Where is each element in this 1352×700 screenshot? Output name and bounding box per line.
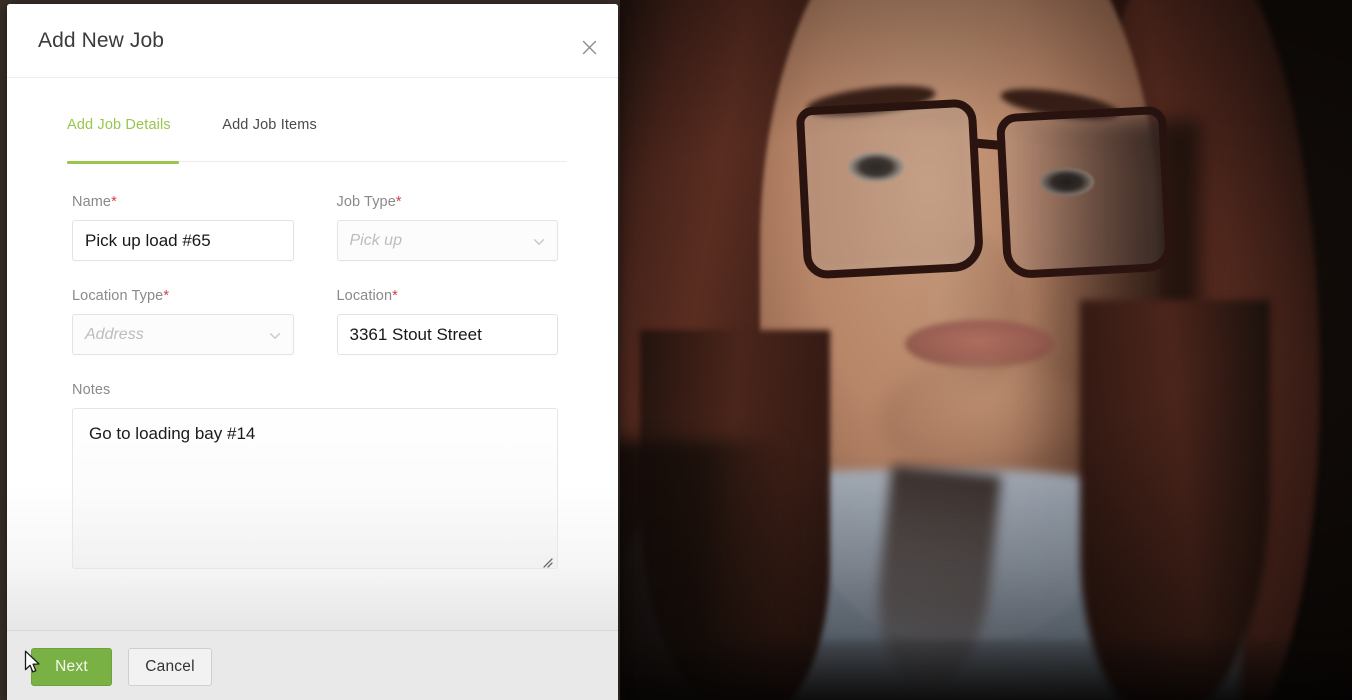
job-type-label-text: Job Type <box>336 194 396 210</box>
location-type-placeholder: Address <box>85 325 144 343</box>
job-type-required-marker: * <box>395 194 402 210</box>
dialog-footer: Next Cancel <box>7 630 618 700</box>
name-label: Name* <box>72 194 294 210</box>
job-details-form: Name* Pick up load #65 Job Type* Pick up <box>7 164 618 569</box>
name-input[interactable]: Pick up load #65 <box>72 220 294 261</box>
name-label-text: Name <box>72 194 112 210</box>
field-notes: Notes Go to loading bay #14 <box>72 382 558 569</box>
photo-laptop-edge <box>620 640 1352 700</box>
close-icon[interactable] <box>572 30 606 64</box>
resize-grip-icon[interactable] <box>541 552 554 568</box>
job-type-select[interactable]: Pick up <box>336 220 558 261</box>
field-name: Name* Pick up load #65 <box>72 194 294 261</box>
next-button[interactable]: Next <box>31 647 112 686</box>
job-type-label: Job Type* <box>337 194 559 210</box>
form-row-2: Location Type* Address Location* 3361 St… <box>72 288 558 355</box>
tab-add-job-details[interactable]: Add Job Details <box>67 117 171 149</box>
location-required-marker: * <box>392 288 398 304</box>
cancel-button[interactable]: Cancel <box>128 647 212 686</box>
field-location-type: Location Type* Address <box>72 288 294 355</box>
location-type-label: Location Type* <box>72 288 294 304</box>
photo-glasses-right-lens <box>995 105 1175 280</box>
location-type-select[interactable]: Address <box>72 314 294 355</box>
name-input-value: Pick up load #65 <box>85 230 211 250</box>
field-location: Location* 3361 Stout Street <box>336 288 559 355</box>
tab-bar: Add Job Details Add Job Items <box>7 116 618 164</box>
page-title: Add New Job <box>38 28 165 52</box>
photo-glasses-left-lens <box>795 98 985 280</box>
tab-add-job-items[interactable]: Add Job Items <box>222 117 317 149</box>
dialog-body: Add Job Details Add Job Items Name* Pick… <box>7 78 618 630</box>
job-type-placeholder: Pick up <box>349 231 402 249</box>
tab-active-indicator <box>67 161 179 164</box>
chevron-down-icon <box>532 234 546 248</box>
notes-label-text: Notes <box>72 382 111 398</box>
location-label-text: Location <box>336 288 393 304</box>
notes-textarea[interactable]: Go to loading bay #14 <box>72 408 558 569</box>
location-label: Location* <box>337 288 559 304</box>
photo-chin <box>880 360 1090 480</box>
screen: Add New Job Add Job Details Add Job Item… <box>0 0 1352 700</box>
chevron-down-icon <box>268 328 282 342</box>
location-type-required-marker: * <box>163 288 170 304</box>
location-type-label-text: Location Type <box>72 288 164 304</box>
name-required-marker: * <box>111 194 117 210</box>
location-input[interactable]: 3361 Stout Street <box>336 314 558 355</box>
form-row-1: Name* Pick up load #65 Job Type* Pick up <box>72 194 558 261</box>
notes-value: Go to loading bay #14 <box>89 424 256 443</box>
field-job-type: Job Type* Pick up <box>336 194 559 261</box>
location-input-value: 3361 Stout Street <box>349 324 482 344</box>
dialog-header: Add New Job <box>7 4 618 78</box>
notes-label: Notes <box>72 382 558 398</box>
add-new-job-dialog: Add New Job Add Job Details Add Job Item… <box>7 4 618 700</box>
